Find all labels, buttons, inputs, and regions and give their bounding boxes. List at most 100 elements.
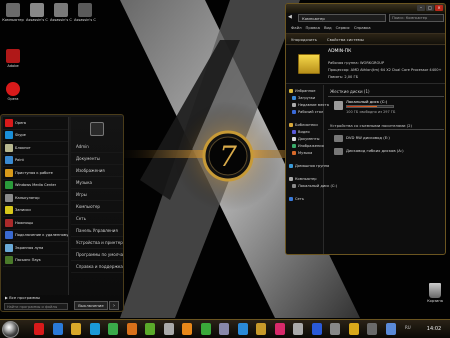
library-icon [289, 123, 293, 127]
start-program-item[interactable]: Блокнот [3, 142, 68, 155]
nav-network[interactable]: Сеть [289, 197, 304, 201]
settings-taskbar-icon[interactable] [219, 323, 229, 335]
organize-button[interactable]: Упорядочить [291, 34, 317, 44]
nav-recent[interactable]: Недавние места [292, 103, 329, 107]
mp-taskbar-icon[interactable] [274, 323, 285, 335]
window-titlebar[interactable]: – □ × [286, 4, 445, 13]
start-place-item[interactable]: Программы по умолчанию [71, 249, 123, 261]
maximize-button[interactable]: □ [426, 5, 434, 11]
start-program-item[interactable]: Приступая к работе [3, 167, 68, 180]
chrome-taskbar-icon[interactable] [200, 323, 211, 335]
start-program-item[interactable]: Windows Media Center [3, 180, 68, 192]
disk-icon [334, 101, 343, 110]
shutdown-button[interactable]: Выключение [74, 301, 108, 310]
nav-documents[interactable]: Документы [292, 137, 320, 141]
nav-pictures[interactable]: Изображения [292, 144, 324, 148]
start-program-item[interactable]: Skype [3, 130, 68, 142]
nav-homegroup[interactable]: Домашняя группа [289, 164, 329, 168]
mail-taskbar-icon[interactable] [385, 323, 396, 335]
utorrent-taskbar-icon[interactable] [145, 323, 155, 335]
start-program-item[interactable]: Opera [3, 117, 68, 130]
menu-tools[interactable]: Сервис [336, 23, 350, 32]
start-place-item[interactable]: Музыка [71, 177, 123, 189]
ie-taskbar-icon[interactable] [52, 323, 63, 335]
system-properties-button[interactable]: Свойства системы [327, 34, 364, 44]
start-place-item[interactable]: Admin [71, 141, 123, 153]
start-place-item[interactable]: Справка и поддержка [71, 261, 123, 273]
messenger-taskbar-icon[interactable] [237, 323, 248, 335]
nav-computer[interactable]: Компьютер [289, 177, 317, 181]
skype-taskbar-icon[interactable] [89, 323, 100, 335]
program-icon [5, 243, 13, 252]
desktop-icon-assassins-creed-brot[interactable]: Assassin's Creed Brot. [26, 3, 48, 22]
start-place-item[interactable]: Изображения [71, 165, 123, 177]
assassins-creed-ii-icon-2 [54, 3, 68, 17]
start-place-item[interactable]: Компьютер [71, 201, 123, 213]
hdd-section-title: Жесткие диски (1) [330, 89, 370, 94]
desktop-icon-assassins-creed[interactable]: Assassin's Creed [74, 3, 96, 22]
start-place-item[interactable]: Панель Управления [71, 225, 123, 237]
desktop-icon [292, 110, 296, 114]
menu-view[interactable]: Вид [324, 23, 332, 32]
dvd-drive-item[interactable]: DVD RW дисковод (E:) [346, 135, 390, 140]
program-icon [5, 206, 13, 215]
nav-video[interactable]: Видео [292, 130, 310, 134]
start-button[interactable] [2, 321, 19, 338]
desktop-icon-adobe[interactable]: Adobe [2, 49, 24, 68]
program-icon [5, 156, 13, 165]
start-menu-places: Admin Документы Изображения Музыка Игры Компь… [71, 117, 123, 295]
menu-file[interactable]: Файл [291, 23, 302, 32]
floppy-drive-item[interactable]: Дисковод гибких дисков (A:) [346, 148, 404, 153]
program-icon [5, 143, 13, 152]
desktop-icon-assassins-creed-2[interactable]: Assassin's Creed II [50, 3, 72, 22]
start-program-item[interactable]: Пасьянс Паук [3, 255, 68, 267]
desktop-icon-computer[interactable]: Компьютер [2, 3, 24, 22]
nav-libraries[interactable]: Библиотеки [289, 123, 318, 127]
photoshop-taskbar-icon[interactable] [311, 323, 322, 335]
pc-taskbar-icon[interactable] [367, 323, 377, 335]
start-program-item[interactable]: Paint [3, 155, 68, 167]
language-indicator[interactable]: RU [405, 325, 411, 330]
desktop-icon-opera[interactable]: Opera [2, 82, 24, 101]
shutdown-options-button[interactable]: › [109, 301, 119, 310]
start-program-item[interactable]: Ножницы [3, 217, 68, 230]
disk-c-item[interactable]: Локальный диск (C:) [346, 99, 387, 104]
start-place-item[interactable]: Документы [71, 153, 123, 165]
back-icon[interactable]: ◀ [288, 14, 297, 22]
minimize-button[interactable]: – [417, 5, 425, 11]
firefox-taskbar-icon[interactable] [126, 323, 137, 335]
vlc-taskbar-icon[interactable] [182, 323, 192, 335]
winamp-taskbar-icon[interactable] [348, 323, 359, 335]
start-place-item[interactable]: Сеть [71, 213, 123, 225]
media-taskbar-icon[interactable] [108, 323, 118, 335]
start-program-item[interactable]: Записки [3, 205, 68, 217]
games-taskbar-icon[interactable] [163, 323, 174, 335]
nav-favorites[interactable]: Избранное [289, 89, 315, 93]
user-avatar[interactable] [90, 122, 104, 136]
start-program-item[interactable]: Калькулятор [3, 192, 68, 205]
nav-music[interactable]: Музыка [292, 151, 312, 155]
start-program-item[interactable]: Экранная лупа [3, 242, 68, 255]
calc-taskbar-icon[interactable] [330, 323, 340, 335]
nav-desktop[interactable]: Рабочий стол [292, 110, 323, 114]
menu-edit[interactable]: Правка [306, 23, 320, 32]
nav-downloads[interactable]: Загрузки [292, 96, 315, 100]
start-search-input[interactable]: Найти программы и файлы [4, 303, 68, 310]
opera-taskbar-icon[interactable] [34, 323, 44, 335]
recent-icon [292, 103, 296, 107]
folder-taskbar-icon[interactable] [256, 323, 266, 335]
clock[interactable]: 14:02 [420, 321, 448, 338]
address-bar[interactable]: Компьютер [298, 14, 386, 22]
menu-help[interactable]: Справка [354, 23, 371, 32]
disk-icon [292, 184, 296, 188]
all-programs-button[interactable]: ▶ Все программы [5, 295, 65, 303]
start-place-item[interactable]: Устройства и принтеры [71, 237, 123, 249]
desktop-icon-recycle-bin[interactable]: Корзина [424, 283, 446, 303]
start-program-item[interactable]: Подключение к удаленному рабочему столу [3, 230, 68, 242]
start-place-item[interactable]: Игры [71, 189, 123, 201]
close-button[interactable]: × [435, 5, 443, 11]
chevron-right-icon: › [113, 303, 115, 309]
explorer-taskbar-icon[interactable] [71, 323, 81, 335]
window-search-input[interactable]: Поиск: Компьютер [389, 14, 444, 22]
network-taskbar-icon[interactable] [293, 323, 303, 335]
